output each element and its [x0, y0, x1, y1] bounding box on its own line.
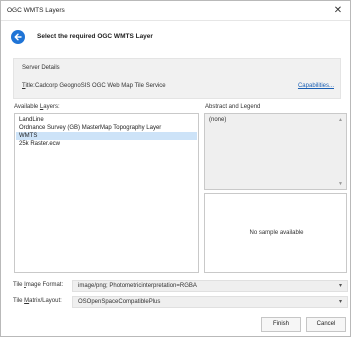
sample-preview: No sample available — [204, 193, 347, 273]
tile-image-format-label: Tile Image Format: — [13, 282, 64, 288]
sample-text: No sample available — [249, 230, 304, 236]
finish-button[interactable]: Finish — [261, 317, 301, 332]
tile-image-format-select[interactable]: image/png; Photometricinterpretation=RGB… — [72, 280, 348, 292]
tile-matrix-layout-value: OSOpenSpaceCompatiblePlus — [78, 299, 161, 305]
back-arrow-icon[interactable] — [11, 30, 25, 44]
list-item[interactable]: Ordnance Survey (GB) MasterMap Topograph… — [16, 124, 197, 132]
server-title-value: Cadcorp GeognoSIS OGC Web Map Tile Servi… — [35, 83, 166, 89]
tile-image-format-value: image/png; Photometricinterpretation=RGB… — [78, 283, 197, 289]
title-label: Title: — [22, 83, 35, 89]
server-details-group: Server Details Title: Cadcorp GeognoSIS … — [13, 58, 341, 99]
dialog-footer: Finish Cancel — [1, 311, 350, 337]
wizard-header: Select the required OGC WMTS Layer — [1, 22, 350, 52]
abstract-scrollbar[interactable]: ▲ ▼ — [337, 114, 346, 189]
list-item[interactable]: LandLine — [16, 116, 197, 124]
window-title: OGC WMTS Layers — [7, 7, 65, 14]
tile-matrix-layout-select[interactable]: OSOpenSpaceCompatiblePlus ▾ — [72, 296, 348, 308]
list-item[interactable]: 25k Raster.ecw — [16, 140, 197, 148]
wmts-layers-dialog: OGC WMTS Layers ✕ Select the required OG… — [0, 0, 351, 337]
server-details-legend: Server Details — [22, 65, 60, 71]
available-layers-label: Available Layers: — [14, 104, 60, 110]
close-icon[interactable]: ✕ — [332, 4, 344, 17]
scroll-down-icon[interactable]: ▼ — [338, 181, 343, 187]
abstract-legend-label: Abstract and Legend — [205, 104, 261, 110]
chevron-down-icon: ▾ — [338, 283, 342, 289]
abstract-text: (none) — [209, 117, 227, 123]
scroll-up-icon[interactable]: ▲ — [338, 117, 343, 123]
tile-matrix-layout-label: Tile Matrix/Layout: — [13, 298, 62, 304]
title-bar: OGC WMTS Layers ✕ — [1, 1, 350, 21]
capabilities-link[interactable]: Capabilities... — [298, 83, 334, 89]
cancel-button[interactable]: Cancel — [306, 317, 346, 332]
list-item-selected[interactable]: WMTS — [16, 132, 197, 140]
abstract-box: (none) ▲ ▼ — [204, 113, 347, 190]
chevron-down-icon: ▾ — [338, 299, 342, 305]
page-heading: Select the required OGC WMTS Layer — [37, 33, 153, 40]
layer-list[interactable]: LandLine Ordnance Survey (GB) MasterMap … — [14, 113, 199, 273]
